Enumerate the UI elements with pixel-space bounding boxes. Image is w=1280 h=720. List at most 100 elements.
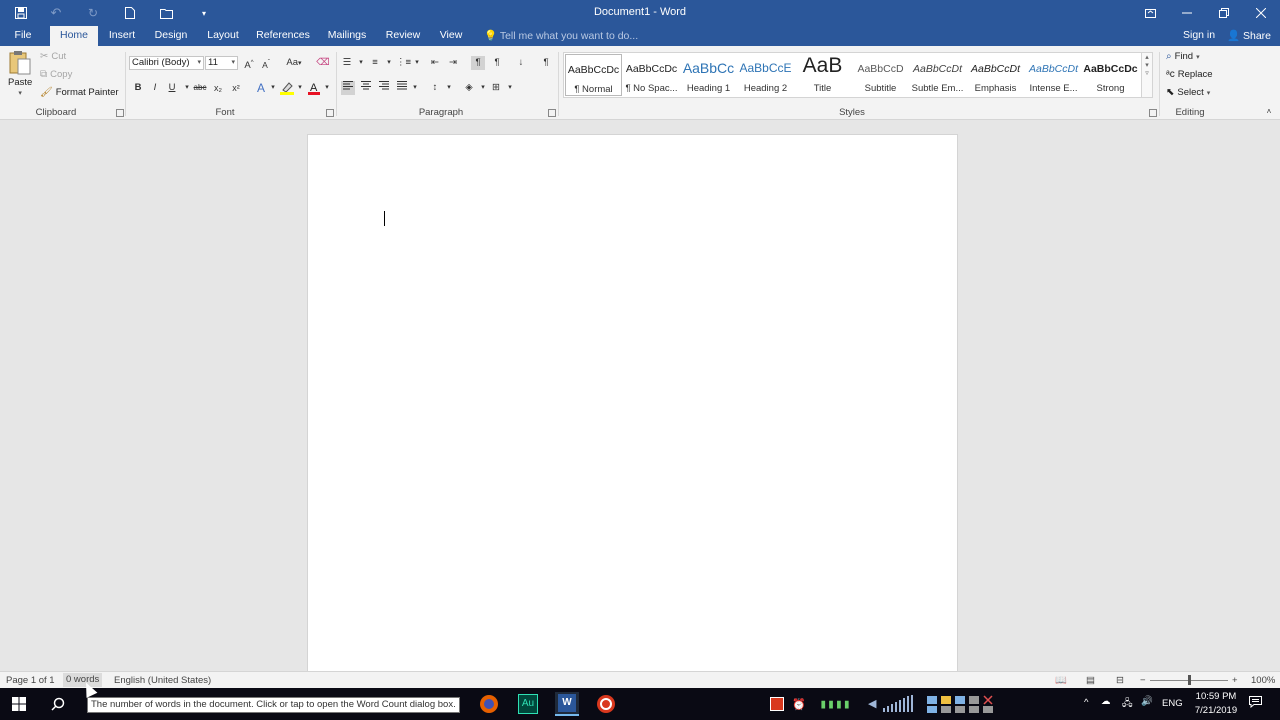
chevron-down-icon[interactable]: ▾ bbox=[503, 81, 517, 95]
style-subtle-emphasis[interactable]: AaBbCcDt Subtle Em... bbox=[909, 54, 966, 96]
network-icon[interactable]: 🖧 bbox=[1122, 696, 1133, 712]
firefox-icon[interactable] bbox=[477, 692, 501, 716]
style-heading-2[interactable]: AaBbCcE Heading 2 bbox=[737, 54, 794, 96]
justify-icon[interactable] bbox=[395, 81, 409, 95]
tab-references[interactable]: References bbox=[254, 26, 312, 46]
chevron-down-icon[interactable]: ▾ bbox=[410, 56, 424, 70]
open-folder-icon[interactable] bbox=[157, 4, 177, 22]
ltr-text-icon[interactable]: ¶ bbox=[471, 56, 485, 70]
bullets-icon[interactable]: ☰ bbox=[340, 56, 354, 70]
grow-font-icon[interactable]: A^ bbox=[242, 56, 256, 71]
audition-icon[interactable]: Au bbox=[516, 692, 540, 716]
style-emphasis[interactable]: AaBbCcDt Emphasis bbox=[967, 54, 1024, 96]
zoom-slider-thumb[interactable] bbox=[1188, 675, 1191, 685]
sign-in-link[interactable]: Sign in bbox=[1183, 29, 1215, 41]
new-document-icon[interactable] bbox=[120, 4, 140, 22]
find-button[interactable]: ⌕ Find ▾ bbox=[1166, 51, 1200, 62]
highlight-icon[interactable] bbox=[280, 81, 294, 95]
multilevel-list-icon[interactable]: ⋮≡ bbox=[396, 56, 411, 70]
paste-button[interactable]: Paste ▾ bbox=[8, 50, 32, 97]
share-button[interactable]: 👤 Share bbox=[1227, 29, 1271, 42]
style-intense-emphasis[interactable]: AaBbCcDt Intense E... bbox=[1025, 54, 1082, 96]
document-page[interactable] bbox=[307, 134, 958, 674]
tell-me-box[interactable]: 💡 Tell me what you want to do... bbox=[484, 29, 638, 44]
styles-gallery-scroll[interactable]: ▴ ▾ ▿ bbox=[1141, 52, 1153, 98]
stop-recording-icon[interactable] bbox=[765, 692, 789, 716]
line-spacing-icon[interactable]: ↕ bbox=[428, 81, 442, 95]
subscript-button[interactable]: x₂ bbox=[211, 81, 225, 95]
align-center-icon[interactable] bbox=[359, 81, 373, 95]
select-button[interactable]: ⬉ Select ▾ bbox=[1166, 87, 1210, 98]
superscript-button[interactable]: x² bbox=[229, 81, 243, 95]
underline-button[interactable]: U bbox=[165, 81, 179, 95]
tab-design[interactable]: Design bbox=[150, 26, 192, 46]
replace-button[interactable]: ᵃc Replace bbox=[1166, 69, 1213, 80]
recorder-tools-icon[interactable] bbox=[925, 692, 999, 716]
read-mode-icon[interactable]: 📖 bbox=[1055, 675, 1067, 686]
chevron-down-icon[interactable]: ▾ bbox=[354, 56, 368, 70]
ribbon-display-options-icon[interactable] bbox=[1131, 0, 1169, 26]
rtl-text-icon[interactable]: ¶ bbox=[490, 56, 504, 70]
chevron-down-icon[interactable]: ▾ bbox=[293, 81, 307, 95]
word-taskbar-icon[interactable]: W bbox=[555, 692, 579, 716]
clock-date[interactable]: 7/21/2019 bbox=[1191, 705, 1241, 716]
redo-icon[interactable]: ↻ bbox=[83, 4, 103, 22]
chevron-down-icon[interactable]: ▾ bbox=[442, 81, 456, 95]
clipboard-launcher-icon[interactable] bbox=[116, 109, 124, 117]
alarm-clock-icon[interactable]: ⏰ bbox=[791, 692, 807, 716]
minimize-icon[interactable] bbox=[1168, 0, 1206, 26]
style-title[interactable]: AaB Title bbox=[794, 54, 851, 96]
page-count[interactable]: Page 1 of 1 bbox=[6, 675, 55, 686]
windows-start-icon[interactable] bbox=[7, 692, 31, 716]
restore-icon[interactable] bbox=[1205, 0, 1243, 26]
clock-time[interactable]: 10:59 PM bbox=[1191, 691, 1241, 702]
tab-layout[interactable]: Layout bbox=[202, 26, 244, 46]
strikethrough-button[interactable]: abc bbox=[192, 81, 208, 95]
increase-indent-icon[interactable]: ⇥ bbox=[446, 56, 460, 70]
chevron-up-icon[interactable]: ^ bbox=[1084, 697, 1088, 708]
bold-button[interactable]: B bbox=[131, 81, 145, 95]
tab-review[interactable]: Review bbox=[382, 26, 424, 46]
paragraph-launcher-icon[interactable] bbox=[548, 109, 556, 117]
search-icon[interactable] bbox=[46, 692, 70, 716]
decrease-indent-icon[interactable]: ⇤ bbox=[428, 56, 442, 70]
tray-antivirus-icon[interactable]: ☁ bbox=[1101, 696, 1111, 707]
font-size-select[interactable]: 11 ▾ bbox=[205, 56, 238, 70]
font-family-select[interactable]: Calibri (Body) ▾ bbox=[129, 56, 204, 70]
language-indicator[interactable]: English (United States) bbox=[114, 675, 211, 686]
copy-button[interactable]: ⧉ Copy bbox=[40, 69, 72, 80]
save-icon[interactable] bbox=[11, 4, 31, 22]
chevron-down-icon[interactable]: ▾ bbox=[266, 81, 280, 95]
chevron-down-icon[interactable]: ▾ bbox=[1142, 61, 1152, 69]
shading-icon[interactable]: ◈ bbox=[462, 81, 476, 95]
undo-icon[interactable]: ↶ bbox=[46, 4, 66, 22]
style-normal[interactable]: AaBbCcDc ¶ Normal bbox=[565, 54, 622, 96]
zoom-level[interactable]: 100% bbox=[1251, 675, 1275, 686]
chevron-down-icon[interactable]: ▾ bbox=[320, 81, 334, 95]
style-strong[interactable]: AaBbCcDc Strong bbox=[1082, 54, 1139, 96]
chevron-down-icon[interactable]: ▾ bbox=[408, 81, 422, 95]
style-heading-1[interactable]: AaBbCc Heading 1 bbox=[680, 54, 737, 96]
tab-insert[interactable]: Insert bbox=[103, 26, 141, 46]
clear-formatting-icon[interactable]: ⌫ bbox=[316, 56, 330, 70]
styles-launcher-icon[interactable] bbox=[1149, 109, 1157, 117]
action-center-icon[interactable] bbox=[1249, 696, 1262, 711]
style-no-spacing[interactable]: AaBbCcDc ¶ No Spac... bbox=[623, 54, 680, 96]
font-color-icon[interactable]: A bbox=[307, 81, 321, 95]
tab-mailings[interactable]: Mailings bbox=[322, 26, 372, 46]
chevron-down-icon[interactable]: ▾ bbox=[476, 81, 490, 95]
record-icon[interactable] bbox=[594, 692, 618, 716]
sort-icon[interactable]: ↓ bbox=[514, 56, 528, 70]
style-subtitle[interactable]: AaBbCcD Subtitle bbox=[852, 54, 909, 96]
speaker-icon[interactable]: 🔊 bbox=[1141, 696, 1153, 707]
format-painter-button[interactable]: 🖌 Format Painter bbox=[40, 87, 119, 98]
font-launcher-icon[interactable] bbox=[326, 109, 334, 117]
collapse-ribbon-icon[interactable]: ˄ bbox=[1262, 105, 1276, 119]
change-case-button[interactable]: Aa▾ bbox=[282, 56, 306, 70]
customize-quick-access-icon[interactable]: ▾ bbox=[194, 4, 214, 22]
italic-button[interactable]: I bbox=[148, 81, 162, 95]
close-icon[interactable] bbox=[1242, 0, 1280, 26]
align-right-icon[interactable] bbox=[377, 81, 391, 95]
web-layout-icon[interactable]: ⊟ bbox=[1116, 675, 1124, 686]
zoom-out-icon[interactable]: − bbox=[1140, 675, 1146, 686]
